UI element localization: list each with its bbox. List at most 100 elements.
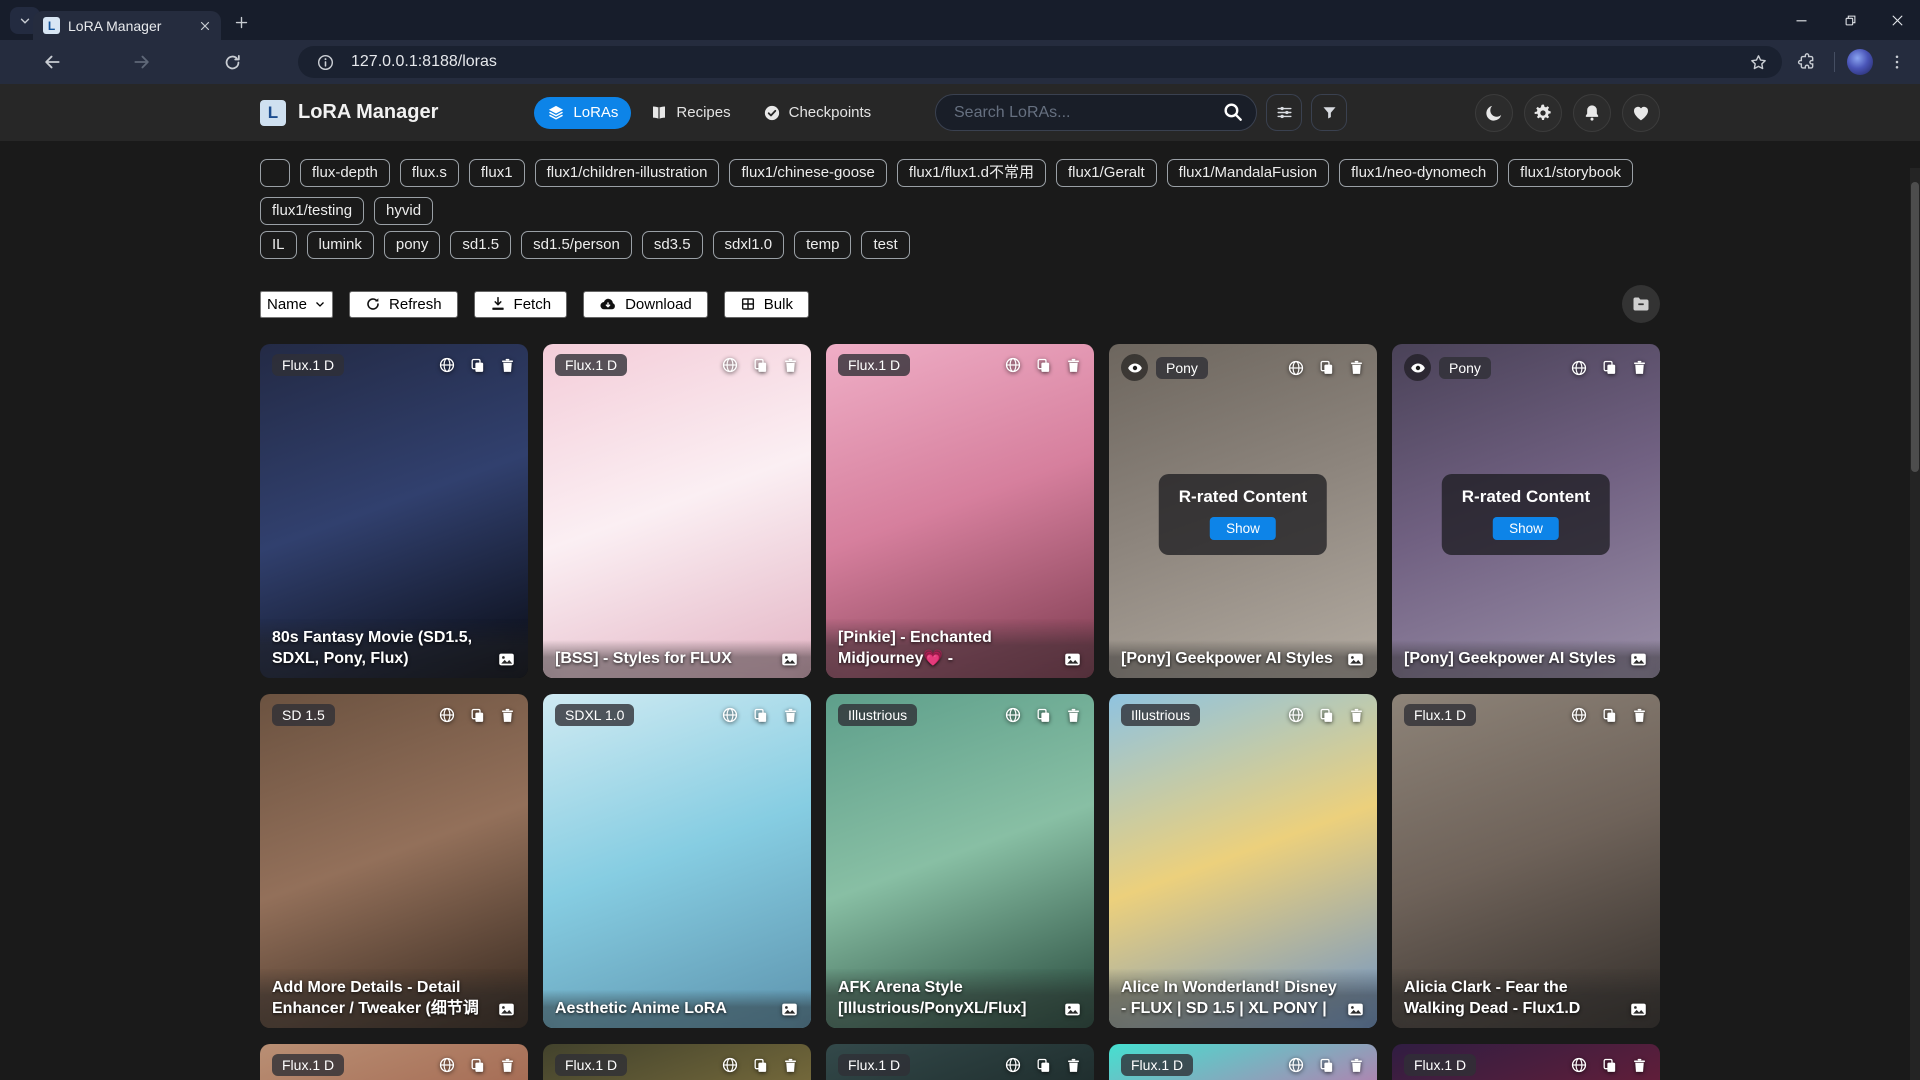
new-tab-button[interactable] [228, 9, 254, 35]
tab-recipes[interactable]: Recipes [637, 97, 743, 129]
folder-filter-chip[interactable]: flux1/flux1.d不常用 [897, 159, 1046, 187]
trash-icon[interactable] [1348, 1057, 1365, 1074]
copy-icon[interactable] [1601, 707, 1618, 724]
browser-menu-icon[interactable] [1883, 48, 1911, 76]
browser-tab[interactable]: L LoRA Manager [33, 11, 221, 40]
address-bar[interactable]: 127.0.0.1:8188/loras [298, 46, 1782, 78]
image-icon[interactable] [1063, 1000, 1082, 1019]
folder-filter-chip[interactable]: flux-depth [300, 159, 390, 187]
trash-icon[interactable] [782, 707, 799, 724]
copy-icon[interactable] [1318, 359, 1335, 376]
civitai-globe-icon[interactable] [1287, 359, 1305, 377]
image-icon[interactable] [780, 650, 799, 669]
lora-card[interactable]: Flux.1 D [1392, 1044, 1660, 1080]
lora-card[interactable]: Pony R-rated Content Show [Pony] Geekpow… [1109, 344, 1377, 678]
civitai-globe-icon[interactable] [438, 356, 456, 374]
folder-filter-chip[interactable] [260, 159, 290, 187]
folder-filter-chip[interactable]: flux1/children-illustration [535, 159, 720, 187]
search-options-button[interactable] [1266, 94, 1302, 131]
trash-icon[interactable] [1065, 357, 1082, 374]
sort-select[interactable]: Name [260, 291, 333, 318]
folder-filter-chip[interactable]: flux1/storybook [1508, 159, 1633, 187]
folder-filter-chip[interactable]: sd1.5 [450, 231, 511, 259]
copy-icon[interactable] [469, 1057, 486, 1074]
search-icon[interactable] [1222, 101, 1244, 123]
civitai-globe-icon[interactable] [1287, 1056, 1305, 1074]
trash-icon[interactable] [1631, 359, 1648, 376]
civitai-globe-icon[interactable] [1570, 706, 1588, 724]
folder-filter-chip[interactable]: sdxl1.0 [713, 231, 785, 259]
reload-button[interactable] [218, 48, 246, 76]
theme-toggle-button[interactable] [1475, 94, 1513, 132]
image-icon[interactable] [497, 650, 516, 669]
lora-card[interactable]: Flux.1 D [BSS] - Styles for FLUX [543, 344, 811, 678]
copy-icon[interactable] [1035, 707, 1052, 724]
trash-icon[interactable] [1631, 1057, 1648, 1074]
back-button[interactable] [38, 48, 66, 76]
lora-card[interactable]: Flux.1 D Alicia Clark - Fear the Walking… [1392, 694, 1660, 1028]
folder-filter-chip[interactable]: test [861, 231, 909, 259]
image-icon[interactable] [497, 1000, 516, 1019]
image-icon[interactable] [1629, 1000, 1648, 1019]
filter-button[interactable] [1311, 94, 1347, 131]
trash-icon[interactable] [782, 357, 799, 374]
copy-icon[interactable] [1035, 357, 1052, 374]
civitai-globe-icon[interactable] [721, 1056, 739, 1074]
civitai-globe-icon[interactable] [1287, 706, 1305, 724]
folder-filter-chip[interactable]: flux1/Geralt [1056, 159, 1157, 187]
civitai-globe-icon[interactable] [1004, 356, 1022, 374]
civitai-globe-icon[interactable] [1570, 359, 1588, 377]
folder-filter-chip[interactable]: pony [384, 231, 441, 259]
settings-button[interactable] [1524, 94, 1562, 132]
folder-filter-chip[interactable]: lumink [307, 231, 374, 259]
search-input[interactable] [935, 94, 1257, 131]
civitai-globe-icon[interactable] [1004, 1056, 1022, 1074]
scrollbar-thumb[interactable] [1911, 182, 1919, 472]
window-close-button[interactable] [1874, 0, 1920, 40]
civitai-globe-icon[interactable] [721, 706, 739, 724]
civitai-globe-icon[interactable] [438, 706, 456, 724]
civitai-globe-icon[interactable] [721, 356, 739, 374]
folder-filter-chip[interactable]: flux1 [469, 159, 525, 187]
lora-card[interactable]: Pony R-rated Content Show [Pony] Geekpow… [1392, 344, 1660, 678]
trash-icon[interactable] [1065, 707, 1082, 724]
folder-filter-chip[interactable]: hyvid [374, 197, 433, 225]
lora-card[interactable]: Flux.1 D [260, 1044, 528, 1080]
window-restore-button[interactable] [1827, 0, 1873, 40]
nsfw-show-button[interactable]: Show [1493, 517, 1559, 540]
extensions-icon[interactable] [1793, 48, 1821, 76]
image-icon[interactable] [780, 1000, 799, 1019]
copy-icon[interactable] [1318, 707, 1335, 724]
copy-icon[interactable] [752, 1057, 769, 1074]
lora-card[interactable]: Flux.1 D [826, 1044, 1094, 1080]
folder-filter-chip[interactable]: flux1/testing [260, 197, 364, 225]
bookmark-star-icon[interactable] [1749, 53, 1768, 72]
favorites-button[interactable] [1622, 94, 1660, 132]
lora-card[interactable]: Flux.1 D [1109, 1044, 1377, 1080]
lora-card[interactable]: Illustrious AFK Arena Style [Illustrious… [826, 694, 1094, 1028]
nsfw-toggle-button[interactable] [1404, 354, 1431, 381]
image-icon[interactable] [1629, 650, 1648, 669]
trash-icon[interactable] [1348, 359, 1365, 376]
folder-filter-chip[interactable]: sd1.5/person [521, 231, 632, 259]
lora-card[interactable]: SD 1.5 Add More Details - Detail Enhance… [260, 694, 528, 1028]
folder-filter-chip[interactable]: temp [794, 231, 851, 259]
copy-icon[interactable] [1318, 1057, 1335, 1074]
folder-filter-chip[interactable]: flux1/MandalaFusion [1167, 159, 1329, 187]
notifications-button[interactable] [1573, 94, 1611, 132]
nsfw-show-button[interactable]: Show [1210, 517, 1276, 540]
tab-loras[interactable]: LoRAs [534, 97, 631, 129]
civitai-globe-icon[interactable] [1570, 1056, 1588, 1074]
image-icon[interactable] [1063, 650, 1082, 669]
trash-icon[interactable] [1631, 707, 1648, 724]
trash-icon[interactable] [1065, 1057, 1082, 1074]
open-folder-button[interactable] [1622, 285, 1660, 323]
civitai-globe-icon[interactable] [1004, 706, 1022, 724]
copy-icon[interactable] [752, 357, 769, 374]
folder-filter-chip[interactable]: sd3.5 [642, 231, 703, 259]
lora-card[interactable]: Illustrious Alice In Wonderland! Disney … [1109, 694, 1377, 1028]
lora-card[interactable]: SDXL 1.0 Aesthetic Anime LoRA [543, 694, 811, 1028]
folder-filter-chip[interactable]: flux.s [400, 159, 459, 187]
copy-icon[interactable] [752, 707, 769, 724]
copy-icon[interactable] [469, 707, 486, 724]
